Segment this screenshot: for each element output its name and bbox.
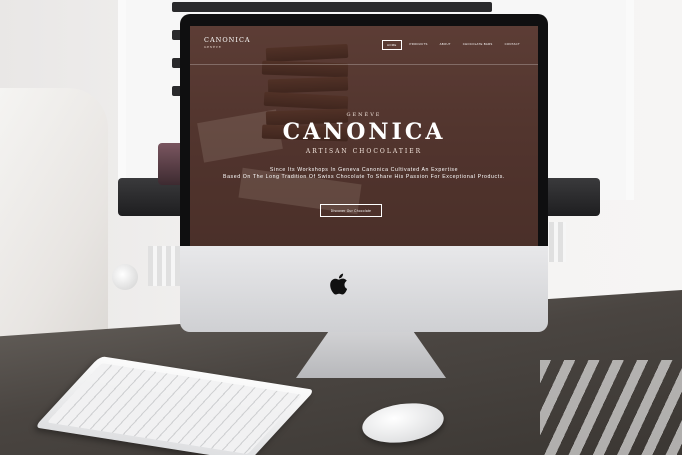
- hero-pretitle: GENÈVE: [346, 112, 382, 118]
- nav-item-home[interactable]: HOME: [381, 40, 402, 50]
- nav-item-chocolate-bars[interactable]: CHOCOLATE BARS: [459, 40, 497, 50]
- photo-scene: CANONICA GENÈVE HOME PRODUCTS ABOUT CHOC…: [0, 0, 682, 455]
- radiator: [148, 246, 182, 286]
- monitor-screen: CANONICA GENÈVE HOME PRODUCTS ABOUT CHOC…: [190, 26, 538, 246]
- main-nav: HOME PRODUCTS ABOUT CHOCOLATE BARS CONTA…: [381, 40, 524, 50]
- hero-description: Since Its Workshops In Geneva Canonica C…: [220, 167, 508, 181]
- hero-description-line: Based On The Long Tradition Of Swiss Cho…: [223, 174, 505, 180]
- hero-tagline: ARTISAN CHOCOLATIER: [305, 148, 423, 155]
- nav-item-about[interactable]: ABOUT: [436, 40, 455, 50]
- hero-description-line: Since Its Workshops In Geneva Canonica C…: [269, 167, 459, 173]
- site-header: CANONICA GENÈVE HOME PRODUCTS ABOUT CHOC…: [190, 26, 538, 65]
- nav-item-contact[interactable]: CONTACT: [501, 40, 524, 50]
- nav-item-products[interactable]: PRODUCTS: [406, 40, 432, 50]
- monitor-chin: [180, 246, 548, 332]
- hero-title: CANONICA: [282, 119, 446, 145]
- radiator-knob: [112, 264, 138, 290]
- desk-light-stripes: [540, 360, 682, 455]
- site-logo[interactable]: CANONICA: [204, 36, 251, 44]
- discover-button[interactable]: Discover Our Chocolate: [320, 204, 382, 217]
- site-logo-subtitle: GENÈVE: [204, 45, 222, 49]
- apple-logo-icon: [330, 273, 348, 295]
- window-blind: [172, 2, 492, 12]
